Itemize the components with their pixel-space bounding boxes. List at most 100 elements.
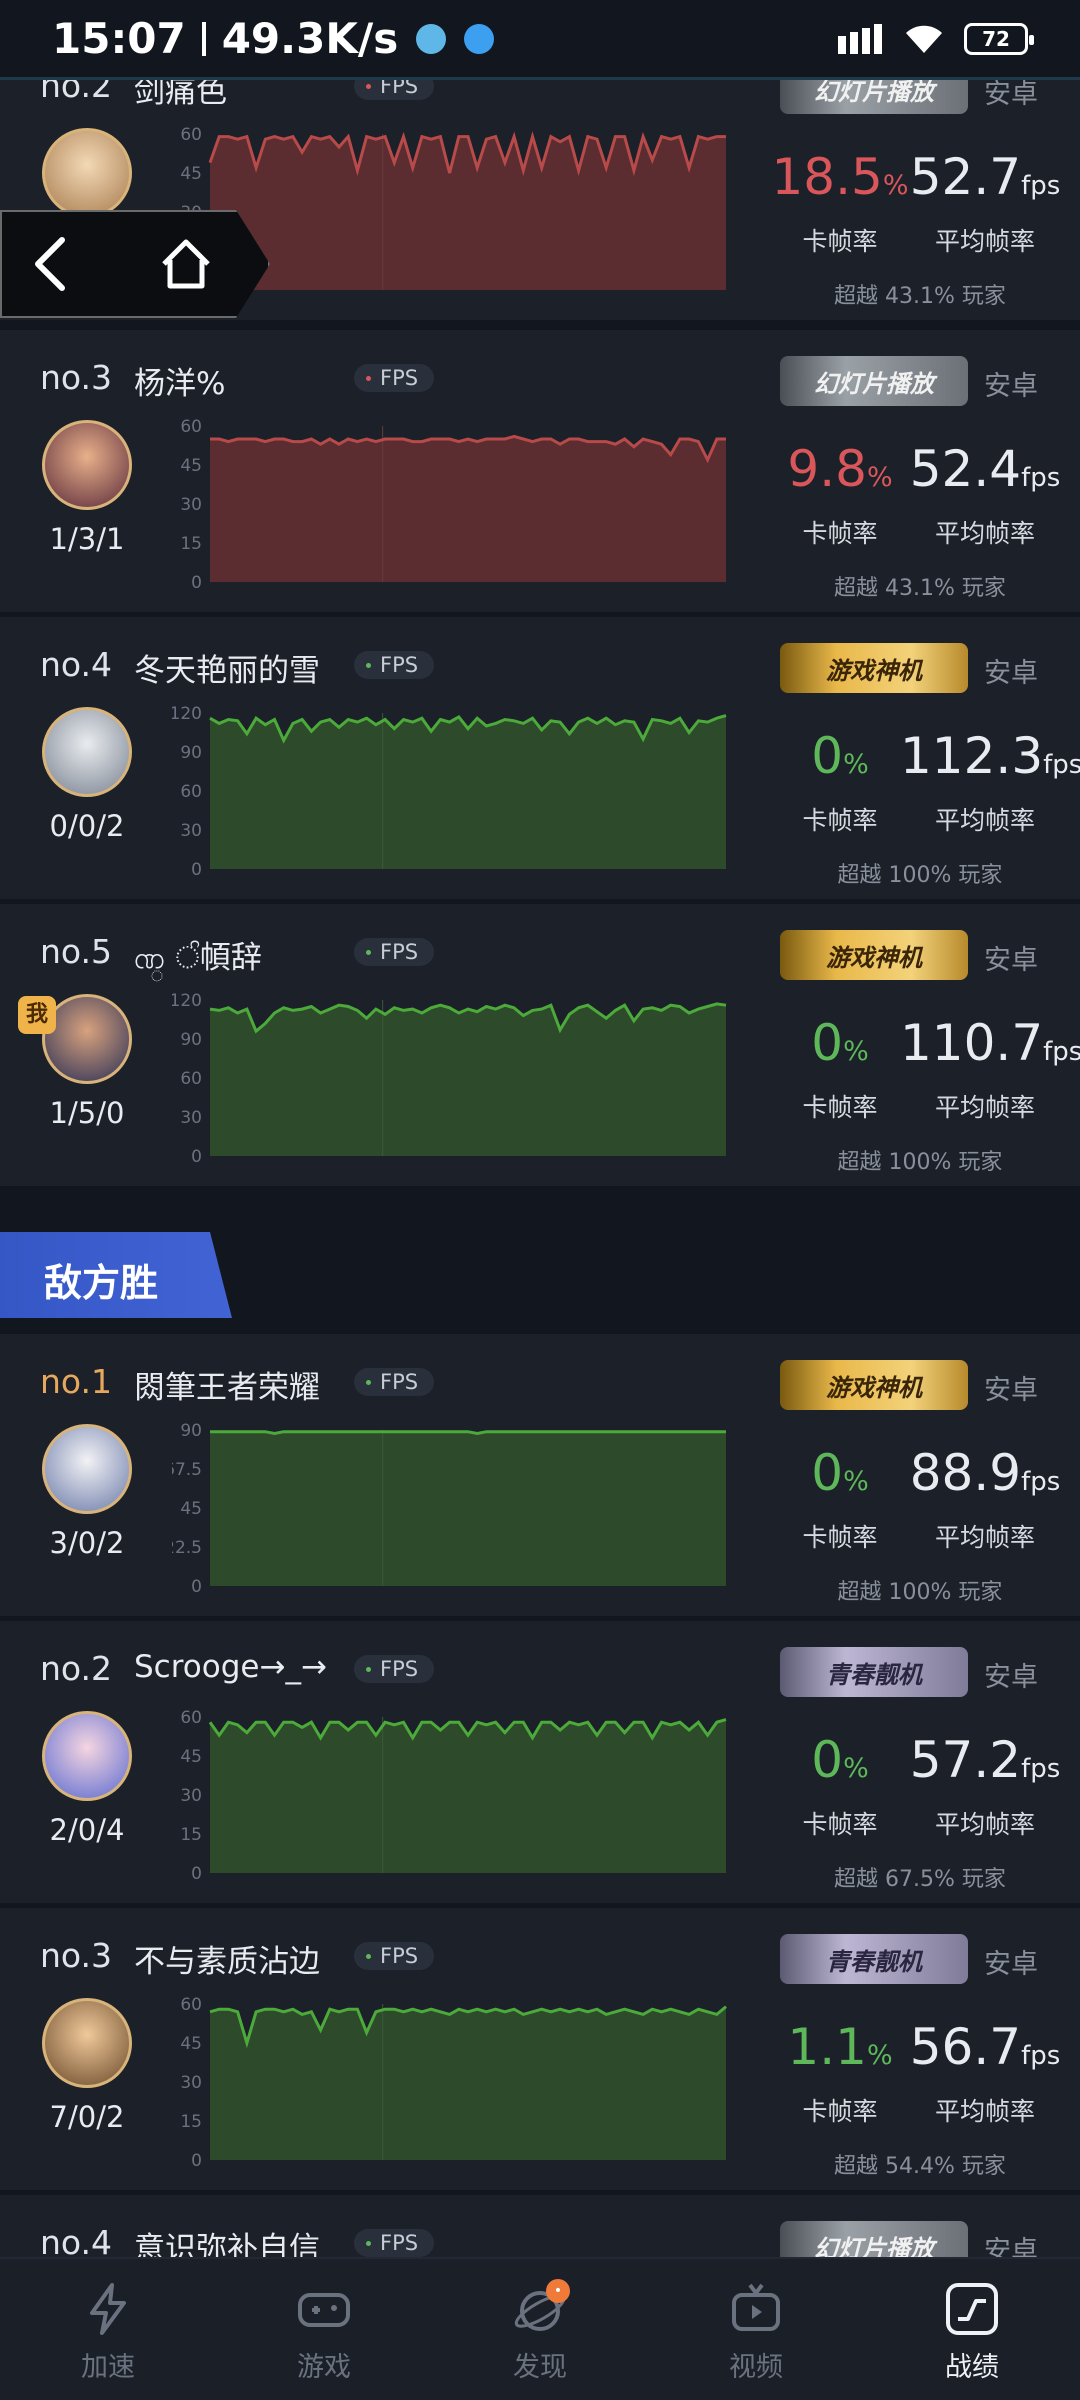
battery-icon: 72 xyxy=(964,22,1034,55)
avg-fps-unit: fps xyxy=(1043,750,1080,780)
kda: 3/0/2 xyxy=(49,1526,125,1560)
y-tick-label: 15 xyxy=(180,534,202,554)
kda: 7/0/2 xyxy=(49,2100,125,2134)
y-tick-label: 30 xyxy=(180,821,202,841)
nav-label: 游戏 xyxy=(297,2352,351,2383)
y-tick-label: 90 xyxy=(180,1421,202,1441)
battery-level: 72 xyxy=(982,26,1010,51)
nav-stats[interactable]: 战绩 xyxy=(864,2259,1080,2400)
player-card[interactable]: no.1 閦筆王者荣耀 FPS 游戏神机 安卓 3/0/2 90 67.5 45 22… xyxy=(0,1334,1080,1616)
notification-app-icon xyxy=(416,23,447,54)
nav-label: 加速 xyxy=(81,2352,135,2383)
lightning-icon xyxy=(90,2283,126,2335)
stutter-rate: 0% xyxy=(770,1014,910,1072)
fps-chart: 90 67.5 45 22.5 0 xyxy=(172,1420,732,1596)
nav-video[interactable]: 视频 xyxy=(648,2259,864,2400)
player-card[interactable]: no.3 不与素质沾边 FPS 青春靓机 安卓 7/0/2 60 45 30 15 0 … xyxy=(0,1908,1080,2190)
fps-chart-svg: 120 90 60 30 0 xyxy=(172,991,727,1166)
player-card[interactable]: no.2 Scrooge→_→ FPS 青春靓机 安卓 2/0/4 60 45 30… xyxy=(0,1621,1080,1903)
avg-fps-value: 52.4 xyxy=(909,440,1022,498)
stutter-rate-unit: % xyxy=(866,462,893,493)
stutter-rate-value: 0 xyxy=(811,1014,844,1072)
chart-icon xyxy=(946,2283,998,2335)
fps-tag: FPS xyxy=(354,364,435,392)
avatar[interactable] xyxy=(42,128,132,218)
device-badge: 游戏神机 xyxy=(780,930,968,980)
avg-fps-value: 110.7 xyxy=(900,1014,1044,1072)
y-tick-label: 0 xyxy=(191,573,202,592)
nav-discover[interactable]: • 发现 xyxy=(432,2259,648,2400)
avg-fps: 57.2fps xyxy=(900,1731,1070,1789)
fps-area xyxy=(210,1003,726,1156)
fps-tag: FPS xyxy=(354,1942,435,1970)
fps-chart-svg: 120 90 60 30 0 xyxy=(172,704,727,879)
bottom-nav: 加速 游戏 • 发现 视频 战绩 xyxy=(0,2257,1080,2400)
back-icon[interactable] xyxy=(32,236,68,292)
fps-tag: FPS xyxy=(354,938,435,966)
avg-fps-label: 平均帧率 xyxy=(934,1810,1035,1839)
avatar[interactable] xyxy=(42,1711,132,1801)
avg-fps-unit: fps xyxy=(1021,1467,1061,1497)
avg-fps-value: 52.7 xyxy=(909,148,1022,206)
player-name: ဏ္ ੰ幁辞 xyxy=(134,940,262,976)
stutter-rate-unit: % xyxy=(843,749,869,780)
fps-tag: FPS xyxy=(354,651,435,679)
y-tick-label: 60 xyxy=(180,125,202,145)
player-card[interactable]: no.5 ဏ္ ੰ幁辞 FPS 游戏神机 安卓 我 1/5/0 120 90 60 3… xyxy=(0,904,1080,1186)
fps-area xyxy=(210,436,726,582)
y-tick-label: 60 xyxy=(180,1995,202,2015)
kda: 2/0/4 xyxy=(49,1813,125,1847)
player-name: Scrooge→_→ xyxy=(134,1649,327,1685)
avg-fps: 110.7fps xyxy=(900,1014,1080,1072)
y-tick-label: 120 xyxy=(172,704,202,724)
y-tick-label: 90 xyxy=(180,1030,202,1050)
y-tick-label: 22.5 xyxy=(172,1538,202,1558)
stutter-rate-label: 卡帧率 xyxy=(802,1093,878,1122)
y-tick-label: 60 xyxy=(180,1708,202,1728)
stutter-rate-label: 卡帧率 xyxy=(802,1810,878,1839)
device-badge: 幻灯片播放 xyxy=(780,356,968,406)
player-rank: no.1 xyxy=(40,1362,113,1401)
status-divider xyxy=(201,21,206,56)
avatar[interactable] xyxy=(42,420,132,510)
avatar[interactable] xyxy=(42,707,132,797)
nav-speedup[interactable]: 加速 xyxy=(0,2259,216,2400)
stutter-rate-label: 卡帧率 xyxy=(802,1523,878,1552)
fps-tag: FPS xyxy=(354,2229,435,2257)
fps-area xyxy=(210,715,726,869)
nav-games[interactable]: 游戏 xyxy=(216,2259,432,2400)
platform-label: 安卓 xyxy=(984,945,1038,976)
fps-chart: 60 45 30 15 0 xyxy=(172,1994,732,2170)
fps-chart: 60 45 30 15 0 xyxy=(172,416,732,592)
y-tick-label: 45 xyxy=(180,2034,202,2054)
stutter-rate-unit: % xyxy=(843,1753,869,1784)
stutter-rate: 0% xyxy=(770,1731,910,1789)
stutter-rate-value: 0 xyxy=(811,1444,844,1502)
avatar[interactable] xyxy=(42,1424,132,1514)
status-time: 15:07 xyxy=(52,14,186,63)
tv-icon xyxy=(732,2283,780,2331)
player-name: 不与素质沾边 xyxy=(134,1944,320,1980)
player-rank: no.3 xyxy=(40,358,113,397)
home-icon[interactable] xyxy=(158,236,214,292)
platform-label: 安卓 xyxy=(984,658,1038,689)
player-card[interactable]: no.3 杨洋% FPS 幻灯片播放 安卓 1/3/1 60 45 30 15 0 9.… xyxy=(0,330,1080,612)
platform-label: 安卓 xyxy=(984,371,1038,402)
avg-fps-label: 平均帧率 xyxy=(934,1523,1035,1552)
avg-fps-label: 平均帧率 xyxy=(934,227,1035,256)
avatar[interactable] xyxy=(42,1998,132,2088)
beat-percent: 超越 100% 玩家 xyxy=(837,1150,1003,1175)
stutter-rate-label: 卡帧率 xyxy=(802,519,878,548)
status-net-speed: 49.3K/s xyxy=(221,14,399,63)
nav-label: 发现 xyxy=(513,2352,567,2383)
y-tick-label: 15 xyxy=(180,1825,202,1845)
notification-dot: • xyxy=(546,2279,570,2303)
me-badge: 我 xyxy=(18,996,56,1034)
stutter-rate-value: 18.5 xyxy=(771,148,883,206)
player-card[interactable]: no.4 冬天艳丽的雪 FPS 游戏神机 安卓 0/0/2 120 90 60 30 0… xyxy=(0,617,1080,899)
stutter-rate-unit: % xyxy=(866,2040,893,2071)
fps-area xyxy=(210,1719,726,1873)
fps-chart: 120 90 60 30 0 xyxy=(172,703,732,879)
stutter-rate-label: 卡帧率 xyxy=(802,227,878,256)
avg-fps-label: 平均帧率 xyxy=(934,806,1035,835)
